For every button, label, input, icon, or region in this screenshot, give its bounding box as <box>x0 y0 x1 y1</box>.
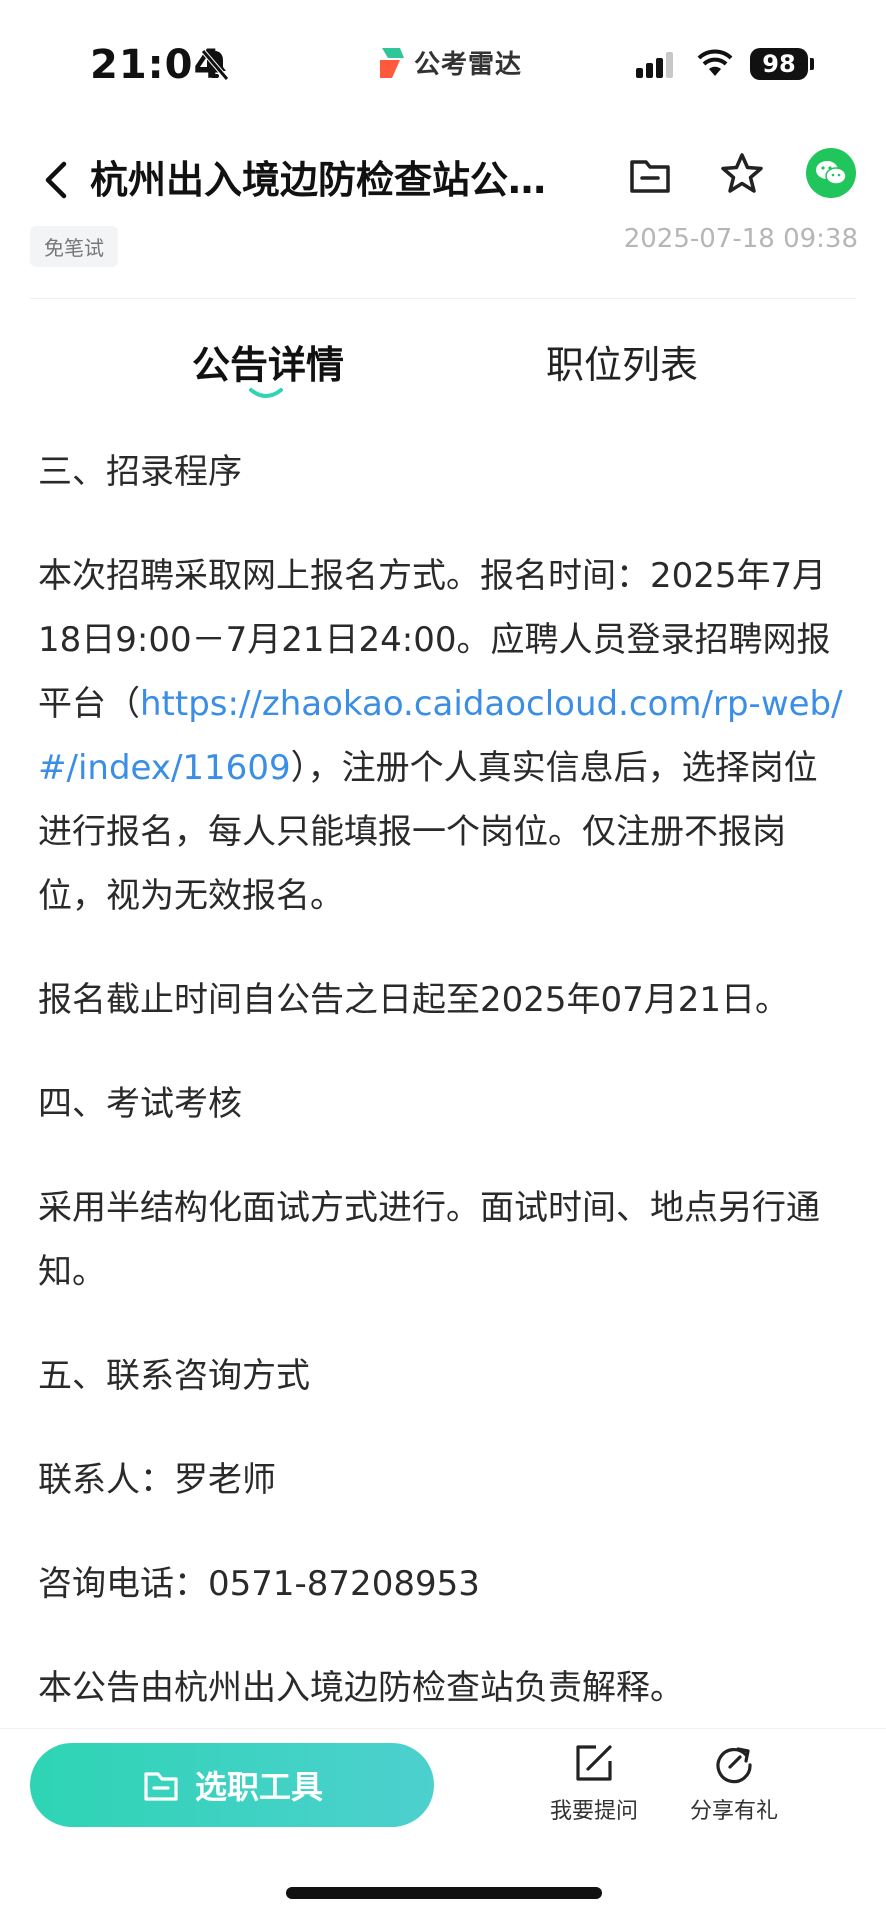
contact-phone: 咨询电话：0571-87208953 <box>38 1564 480 1604</box>
signal-icon <box>636 52 676 82</box>
bottom-action-bar: 选职工具 我要提问 分享有礼 <box>0 1728 886 1920</box>
paragraph-exam: 采用半结构化面试方式进行。面试时间、地点另行通知。 <box>38 1188 820 1292</box>
bell-muted-icon <box>200 48 230 86</box>
brand: 公考雷达 <box>378 44 522 81</box>
page-title: 杭州出入境边防检查站公开招聘警务辅助人员公告 <box>90 158 580 202</box>
wifi-icon <box>696 48 734 82</box>
tab-position-list[interactable]: 职位列表 <box>546 334 698 389</box>
tab-indicator <box>249 388 283 398</box>
battery-tip <box>810 58 814 70</box>
ask-question-label: 我要提问 <box>549 1799 638 1824</box>
share-button[interactable]: 分享有礼 <box>674 1741 794 1825</box>
folder-icon <box>144 1772 178 1801</box>
ask-question-button[interactable]: 我要提问 <box>534 1741 654 1825</box>
share-label: 分享有礼 <box>689 1799 778 1824</box>
section-title: 四、考试考核 <box>38 1084 242 1124</box>
tab-announcement-detail[interactable]: 公告详情 <box>192 334 344 389</box>
home-indicator <box>286 1887 602 1899</box>
wechat-icon[interactable] <box>806 148 856 198</box>
battery-icon: 98 <box>750 48 808 80</box>
paragraph-deadline: 报名截止时间自公告之日起至2025年07月21日。 <box>38 980 790 1020</box>
edit-icon <box>576 1745 612 1781</box>
status-badge: 免笔试 <box>30 226 118 267</box>
job-tool-button[interactable]: 选职工具 <box>30 1743 434 1827</box>
star-icon[interactable] <box>718 150 766 202</box>
brand-logo-icon <box>380 47 404 78</box>
paragraph-registration: 本次招聘采取网上报名方式。报名时间：2025年7月18日9:00－7月21日24… <box>38 544 848 928</box>
status-bar: 21:04 公考雷达 98 <box>0 0 886 130</box>
job-tool-label: 选职工具 <box>194 1768 323 1806</box>
section-title: 三、招录程序 <box>38 452 242 492</box>
announcement-content: 三、招录程序 本次招聘采取网上报名方式。报名时间：2025年7月18日9:00－… <box>38 440 848 1760</box>
folder-icon[interactable] <box>628 152 672 200</box>
publish-date: 2025-07-18 09:38 <box>623 224 858 254</box>
divider <box>30 298 856 299</box>
brand-name: 公考雷达 <box>414 50 523 80</box>
tab-bar: 公告详情 职位列表 <box>0 324 886 404</box>
contact-person: 联系人：罗老师 <box>38 1460 276 1500</box>
back-icon[interactable] <box>36 150 76 210</box>
section-title: 五、联系咨询方式 <box>38 1356 310 1396</box>
share-refresh-icon <box>716 1747 752 1784</box>
footer-note: 本公告由杭州出入境边防检查站负责解释。 <box>38 1668 684 1708</box>
